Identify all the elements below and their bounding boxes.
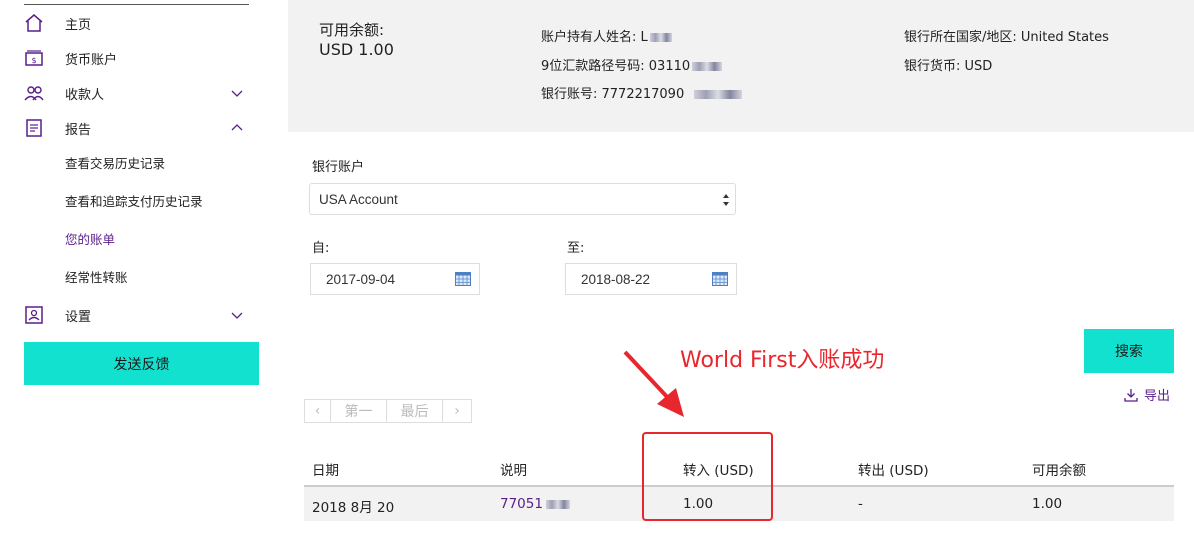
currency-account-icon: $	[24, 48, 44, 68]
select-arrows-icon	[723, 194, 729, 206]
download-icon	[1124, 388, 1138, 402]
sidebar-subitem-payment-history[interactable]: 查看和追踪支付历史记录	[65, 191, 203, 210]
row-description-link[interactable]: 77051	[500, 496, 570, 512]
account-number: 银行账号: 7772217090	[541, 83, 743, 102]
redaction-blur	[545, 499, 570, 509]
sidebar-subitem-statements[interactable]: 您的账单	[65, 229, 115, 248]
account-number-text: 银行账号: 7772217090	[541, 87, 685, 102]
sidebar-item-label: 收款人	[65, 87, 105, 103]
sidebar-item-recipients[interactable]: 收款人	[0, 78, 270, 108]
report-icon	[24, 118, 44, 138]
holder-name-text: 账户持有人姓名: L	[541, 30, 648, 45]
bank-account-select-value: USA Account	[319, 191, 398, 207]
bank-account-label: 银行账户	[312, 160, 365, 175]
balance-label: 可用余额:	[319, 21, 385, 39]
chevron-up-icon[interactable]	[230, 121, 244, 135]
table-header-date: 日期	[312, 463, 339, 479]
pager-prev-button[interactable]: ‹	[305, 400, 331, 422]
sidebar-top-divider	[24, 4, 249, 5]
balance-value: USD 1.00	[319, 40, 394, 59]
sidebar-item-settings[interactable]: 设置	[0, 300, 270, 330]
pagination: ‹ 第一 最后 ›	[304, 399, 472, 423]
bank-account-select[interactable]: USA Account	[309, 183, 736, 215]
account-summary-panel	[288, 0, 1194, 132]
settings-icon	[24, 305, 44, 325]
row-debit: -	[858, 496, 863, 512]
sidebar-item-label: 设置	[65, 309, 92, 325]
sidebar-item-report[interactable]: 报告	[0, 113, 270, 143]
svg-text:$: $	[31, 56, 36, 65]
pager-first-button[interactable]: 第一	[331, 400, 387, 422]
routing-number: 9位汇款路径号码: 03110	[541, 55, 723, 74]
annotation-highlight-box	[642, 432, 773, 521]
sidebar-item-label: 主页	[65, 17, 92, 33]
holder-name: 账户持有人姓名: L	[541, 26, 672, 45]
routing-number-text: 9位汇款路径号码: 03110	[541, 59, 691, 74]
to-date-input[interactable]: 2018-08-22	[565, 263, 737, 295]
to-date-label: 至:	[567, 241, 585, 256]
row-description-text: 77051	[500, 496, 543, 512]
table-header-debit: 转出 (USD)	[858, 463, 929, 479]
sidebar-item-home[interactable]: 主页	[0, 8, 270, 38]
from-date-value: 2017-09-04	[326, 271, 396, 287]
send-feedback-button[interactable]: 发送反馈	[24, 342, 259, 385]
calendar-icon[interactable]	[455, 272, 471, 286]
annotation-text: World First入账成功	[680, 348, 885, 373]
home-icon	[24, 13, 44, 33]
sidebar-item-currency-account[interactable]: $ 货币账户	[0, 43, 270, 73]
sidebar-subitem-recurring-transfers[interactable]: 经常性转账	[65, 267, 128, 286]
chevron-down-icon[interactable]	[230, 308, 244, 322]
from-date-input[interactable]: 2017-09-04	[310, 263, 480, 295]
pager-last-button[interactable]: 最后	[387, 400, 443, 422]
sidebar-subitem-transaction-history[interactable]: 查看交易历史记录	[65, 153, 165, 172]
table-header-description: 说明	[500, 463, 527, 479]
sidebar: 主页 $ 货币账户 收款人 报告 查看交易历史记录 查看和追踪支付历史记录 您的…	[0, 0, 270, 535]
export-link[interactable]: 导出	[1124, 385, 1170, 404]
export-label: 导出	[1144, 389, 1171, 404]
search-button[interactable]: 搜索	[1084, 329, 1174, 373]
bank-currency: 银行货币: USD	[904, 59, 993, 74]
sidebar-item-label: 货币账户	[65, 52, 118, 68]
sidebar-item-label: 报告	[65, 122, 92, 138]
from-date-label: 自:	[312, 241, 330, 256]
pager-next-button[interactable]: ›	[443, 400, 471, 422]
row-balance: 1.00	[1032, 496, 1063, 512]
redaction-blur	[649, 33, 672, 42]
redaction-blur	[694, 90, 743, 99]
recipients-icon	[24, 83, 44, 103]
chevron-down-icon[interactable]	[230, 86, 244, 100]
bank-country: 银行所在国家/地区: United States	[904, 30, 1109, 45]
to-date-value: 2018-08-22	[581, 271, 651, 287]
row-date: 2018 8月 20	[312, 500, 395, 516]
table-header-balance: 可用余额	[1032, 463, 1086, 479]
calendar-icon[interactable]	[712, 272, 728, 286]
redaction-blur	[692, 62, 723, 71]
